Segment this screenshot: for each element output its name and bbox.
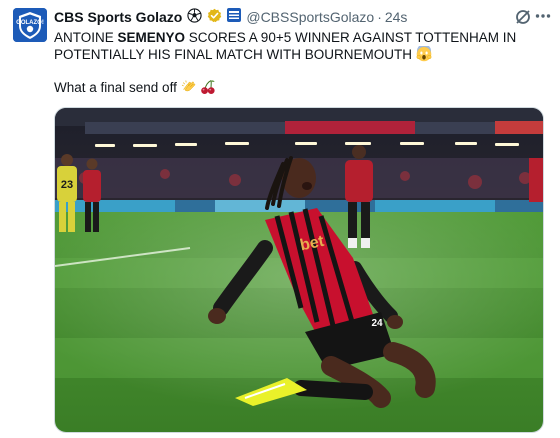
shorts-number: 24 bbox=[371, 318, 383, 329]
avatar-text: GOLAZO! bbox=[16, 20, 44, 26]
scream-emoji bbox=[416, 44, 432, 66]
separator-dot: · bbox=[377, 9, 382, 25]
tweet-media-photo[interactable]: 23 bet 24 bbox=[54, 107, 544, 433]
tweet-text-line2: What a final send off bbox=[54, 79, 216, 99]
affiliate-badge-icon[interactable] bbox=[227, 8, 242, 26]
gold-verified-icon[interactable] bbox=[207, 8, 222, 27]
cherries-emoji bbox=[200, 79, 216, 99]
author-name[interactable]: CBS Sports Golazo bbox=[54, 8, 182, 26]
tweet-text-part1: ANTOINE bbox=[54, 30, 118, 45]
background-player-number: 23 bbox=[61, 179, 73, 191]
tweet-line2-text: What a final send off bbox=[54, 80, 177, 95]
grok-icon[interactable] bbox=[514, 8, 532, 26]
tweet-text-bold: SEMENYO bbox=[117, 30, 186, 45]
avatar[interactable]: GOLAZO! bbox=[13, 8, 47, 42]
more-icon[interactable] bbox=[534, 6, 552, 28]
soccer-ball-icon bbox=[187, 7, 202, 27]
celebration-photo: 23 bet 24 bbox=[55, 108, 543, 432]
tweet-text: ANTOINE SEMENYO SCORES A 90+5 WINNER AGA… bbox=[54, 29, 534, 66]
timestamp[interactable]: 24s bbox=[385, 8, 408, 26]
tweet-header: CBS Sports Golazo @CBSSportsGolazo · 24s bbox=[54, 7, 548, 27]
golazo-logo: GOLAZO! bbox=[13, 8, 47, 42]
author-handle[interactable]: @CBSSportsGolazo bbox=[246, 8, 374, 26]
tweet[interactable]: GOLAZO! CBS Sports Golazo @CBSSportsGola… bbox=[0, 0, 560, 438]
clap-emoji bbox=[181, 79, 197, 99]
